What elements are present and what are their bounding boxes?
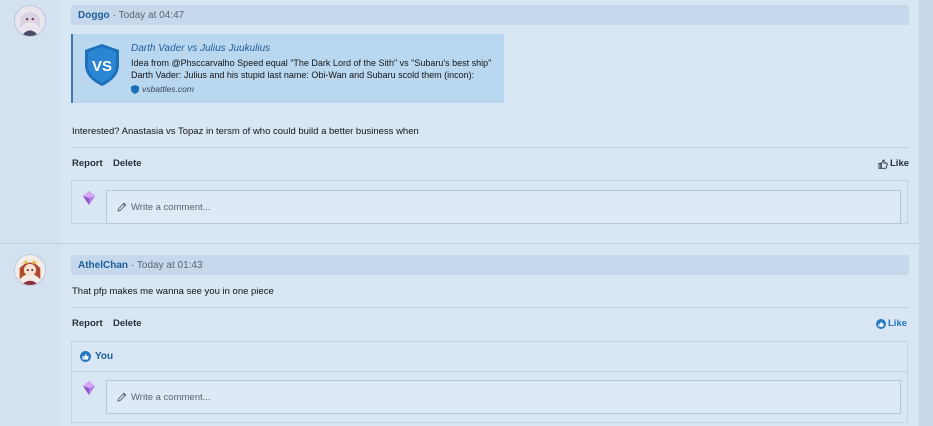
user-avatar-small: [80, 189, 98, 207]
post-divider: [0, 243, 919, 244]
site-favicon-icon: [131, 84, 139, 94]
avatar-image: [15, 255, 45, 285]
embed-description: Idea from @Phsccarvalho Speed equal "The…: [131, 58, 492, 80]
pencil-icon: [117, 392, 127, 402]
report-button[interactable]: Report: [72, 318, 103, 329]
embed-site[interactable]: vsbattles.com: [131, 84, 194, 94]
post-timestamp[interactable]: · Today at 01:43: [131, 260, 203, 271]
delete-button[interactable]: Delete: [113, 158, 142, 169]
gem-avatar-icon: [83, 191, 95, 205]
like-button[interactable]: Like: [878, 158, 909, 169]
post-body: Interested? Anastasia vs Topaz in tersm …: [72, 126, 419, 137]
like-label: Like: [890, 158, 910, 169]
avatar[interactable]: [14, 5, 46, 37]
gem-avatar-icon: [83, 381, 95, 395]
vs-shield-logo: VS: [85, 44, 119, 86]
embed-logo-text: VS: [92, 58, 112, 75]
username-link[interactable]: Doggo: [78, 10, 110, 21]
thumbs-up-icon: [878, 159, 888, 169]
post-header: Doggo · Today at 04:47: [71, 5, 909, 25]
link-embed[interactable]: VS Darth Vader vs Julius Juukulius Idea …: [71, 34, 504, 103]
like-button[interactable]: Like: [876, 318, 907, 329]
comment-input[interactable]: Write a comment...: [106, 380, 901, 414]
comment-placeholder: Write a comment...: [131, 201, 211, 213]
divider: [71, 307, 909, 308]
delete-button[interactable]: Delete: [113, 318, 142, 329]
post-body: That pfp makes me wanna see you in one p…: [72, 286, 274, 297]
post-timestamp[interactable]: · Today at 04:47: [113, 10, 185, 21]
comment-placeholder: Write a comment...: [131, 391, 211, 403]
like-label: Like: [888, 318, 908, 329]
like-reaction-icon: [80, 351, 91, 362]
embed-title-link[interactable]: Darth Vader vs Julius Juukulius: [131, 43, 270, 54]
left-rail: [0, 0, 61, 426]
thumbs-up-icon: [876, 318, 886, 329]
username-link[interactable]: AthelChan: [78, 260, 128, 271]
user-avatar-small: [80, 379, 98, 397]
divider: [71, 147, 909, 148]
avatar[interactable]: [14, 254, 46, 286]
comment-composer: Write a comment...: [71, 371, 908, 423]
reactions-bar[interactable]: You: [71, 341, 908, 371]
reactor-name[interactable]: You: [95, 351, 113, 362]
avatar-image: [15, 6, 45, 36]
comment-input[interactable]: Write a comment...: [106, 190, 901, 224]
pencil-icon: [117, 202, 127, 212]
scrollbar-track[interactable]: [919, 0, 933, 426]
embed-site-label: vsbattles.com: [142, 84, 194, 94]
comment-composer: Write a comment...: [71, 180, 908, 224]
post-header: AthelChan · Today at 01:43: [71, 255, 909, 275]
report-button[interactable]: Report: [72, 158, 103, 169]
